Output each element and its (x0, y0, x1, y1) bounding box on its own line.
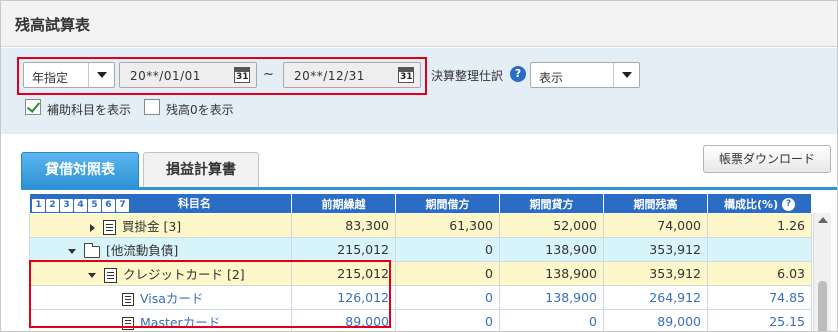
account-name: 買掛金 [3] (122, 219, 182, 234)
ratio-cell (707, 237, 812, 262)
column-account-name: 1234567 科目名 (29, 193, 292, 214)
ledger-icon (103, 220, 116, 235)
column-credit: 期間貸方 (499, 193, 604, 214)
credit-cell: 0 (499, 309, 604, 331)
show-zero-balance-checkbox[interactable] (144, 99, 160, 115)
app-window: 残高試算表 年指定 20**/01/01 31 ~ 20**/12/31 31 … (0, 0, 838, 332)
filter-panel: 年指定 20**/01/01 31 ~ 20**/12/31 31 決算整理仕訳… (1, 48, 837, 134)
scroll-up-icon[interactable] (818, 217, 828, 223)
level-button-6[interactable]: 6 (102, 198, 115, 212)
column-balance: 期間残高 (603, 193, 708, 214)
account-cell: 買掛金 [3] (29, 213, 292, 238)
column-label: 科目名 (177, 197, 211, 211)
credit-cell: 52,000 (499, 213, 604, 238)
expand-arrow-icon[interactable] (90, 223, 95, 232)
closing-entry-select[interactable]: 表示 (530, 62, 640, 88)
account-cell: [他流動負債] (29, 237, 292, 262)
chevron-down-icon (613, 63, 639, 87)
balance-cell: 353,912 (603, 237, 708, 262)
table-row[interactable]: 買掛金 [3] 83,300 61,300 52,000 74,000 1.26 (29, 213, 812, 238)
date-to-value: 20**/12/31 (294, 69, 365, 83)
tab-income-statement[interactable]: 損益計算書 (143, 152, 259, 188)
level-button-4[interactable]: 4 (74, 198, 87, 212)
prev-balance-cell: 215,012 (291, 237, 396, 262)
debit-cell: 0 (395, 261, 500, 286)
table-scrollbar[interactable] (813, 213, 831, 331)
title-bar: 残高試算表 (1, 1, 837, 47)
column-debit: 期間借方 (395, 193, 500, 214)
period-type-value: 年指定 (32, 71, 69, 85)
date-to-field[interactable]: 20**/12/31 31 (283, 62, 421, 88)
column-prev-balance: 前期繰越 (291, 193, 396, 214)
table-row[interactable]: [他流動負債] 215,012 0 138,900 353,912 (29, 237, 812, 262)
calendar-icon[interactable]: 31 (398, 67, 414, 83)
debit-cell: 0 (395, 237, 500, 262)
prev-balance-cell: 83,300 (291, 213, 396, 238)
show-sub-accounts-checkbox[interactable] (25, 99, 41, 115)
level-button-1[interactable]: 1 (32, 198, 45, 212)
ratio-cell: 25.15 (707, 309, 812, 331)
balance-cell: 89,000 (603, 309, 708, 331)
scroll-thumb[interactable] (818, 281, 827, 331)
balance-cell: 74,000 (603, 213, 708, 238)
debit-cell: 0 (395, 285, 500, 310)
credit-cell: 138,900 (499, 285, 604, 310)
tab-balance-sheet[interactable]: 貸借対照表 (21, 152, 139, 188)
ratio-cell: 6.03 (707, 261, 812, 286)
tab-underline (21, 187, 837, 190)
table-header-row: 1234567 科目名 前期繰越 期間借方 期間貸方 期間残高 構成比(%) ? (29, 193, 812, 214)
download-report-button[interactable]: 帳票ダウンロード (703, 145, 831, 173)
level-buttons: 1234567 (32, 197, 130, 212)
help-icon[interactable]: ? (510, 66, 526, 82)
debit-cell: 61,300 (395, 213, 500, 238)
page-title: 残高試算表 (15, 16, 91, 34)
chevron-down-icon (88, 63, 114, 87)
debit-cell: 0 (395, 309, 500, 331)
balance-cell: 353,912 (603, 261, 708, 286)
folder-icon (84, 242, 100, 258)
column-label: 構成比(%) (724, 197, 779, 211)
ratio-cell: 1.26 (707, 213, 812, 238)
calendar-icon[interactable]: 31 (234, 67, 250, 83)
level-button-2[interactable]: 2 (46, 198, 59, 212)
show-zero-balance-label: 残高0を表示 (166, 103, 234, 117)
show-sub-accounts-label: 補助科目を表示 (47, 103, 132, 117)
date-range-separator: ~ (263, 67, 274, 82)
level-button-5[interactable]: 5 (88, 198, 101, 212)
credit-cell: 138,900 (499, 261, 604, 286)
date-from-value: 20**/01/01 (130, 69, 201, 83)
credit-card-highlight (29, 260, 391, 328)
credit-cell: 138,900 (499, 237, 604, 262)
closing-entry-label: 決算整理仕訳 (431, 69, 504, 83)
period-type-select[interactable]: 年指定 (23, 62, 115, 88)
column-ratio: 構成比(%) ? (707, 193, 812, 214)
level-button-3[interactable]: 3 (60, 198, 73, 212)
date-from-field[interactable]: 20**/01/01 31 (119, 62, 257, 88)
help-icon[interactable]: ? (781, 198, 795, 211)
account-name: [他流動負債] (106, 243, 179, 258)
level-button-7[interactable]: 7 (116, 198, 129, 212)
ratio-cell: 74.85 (707, 285, 812, 310)
collapse-arrow-icon[interactable] (68, 249, 76, 254)
closing-entry-value: 表示 (539, 71, 564, 85)
balance-cell: 264,912 (603, 285, 708, 310)
